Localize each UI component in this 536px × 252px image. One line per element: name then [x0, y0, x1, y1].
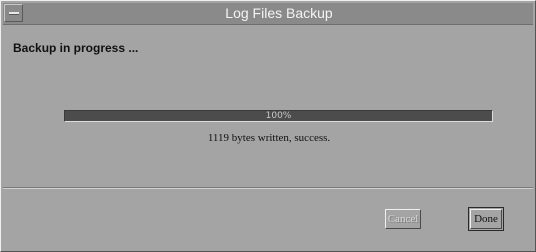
window-title: Log Files Backup	[225, 5, 333, 21]
done-button[interactable]: Done	[468, 207, 504, 231]
cancel-button[interactable]: Cancel	[385, 209, 421, 229]
status-message: Backup in progress ...	[13, 41, 139, 55]
title-bar[interactable]: Log Files Backup	[3, 3, 533, 25]
window-menu-bar	[9, 12, 19, 15]
progress-bar: 100%	[64, 110, 493, 122]
progress-label: 100%	[265, 111, 292, 121]
separator	[3, 187, 533, 189]
window-menu-icon[interactable]	[4, 4, 23, 22]
backup-dialog: Log Files Backup Backup in progress ... …	[0, 0, 536, 252]
result-message: 1119 bytes written, success.	[207, 132, 331, 144]
